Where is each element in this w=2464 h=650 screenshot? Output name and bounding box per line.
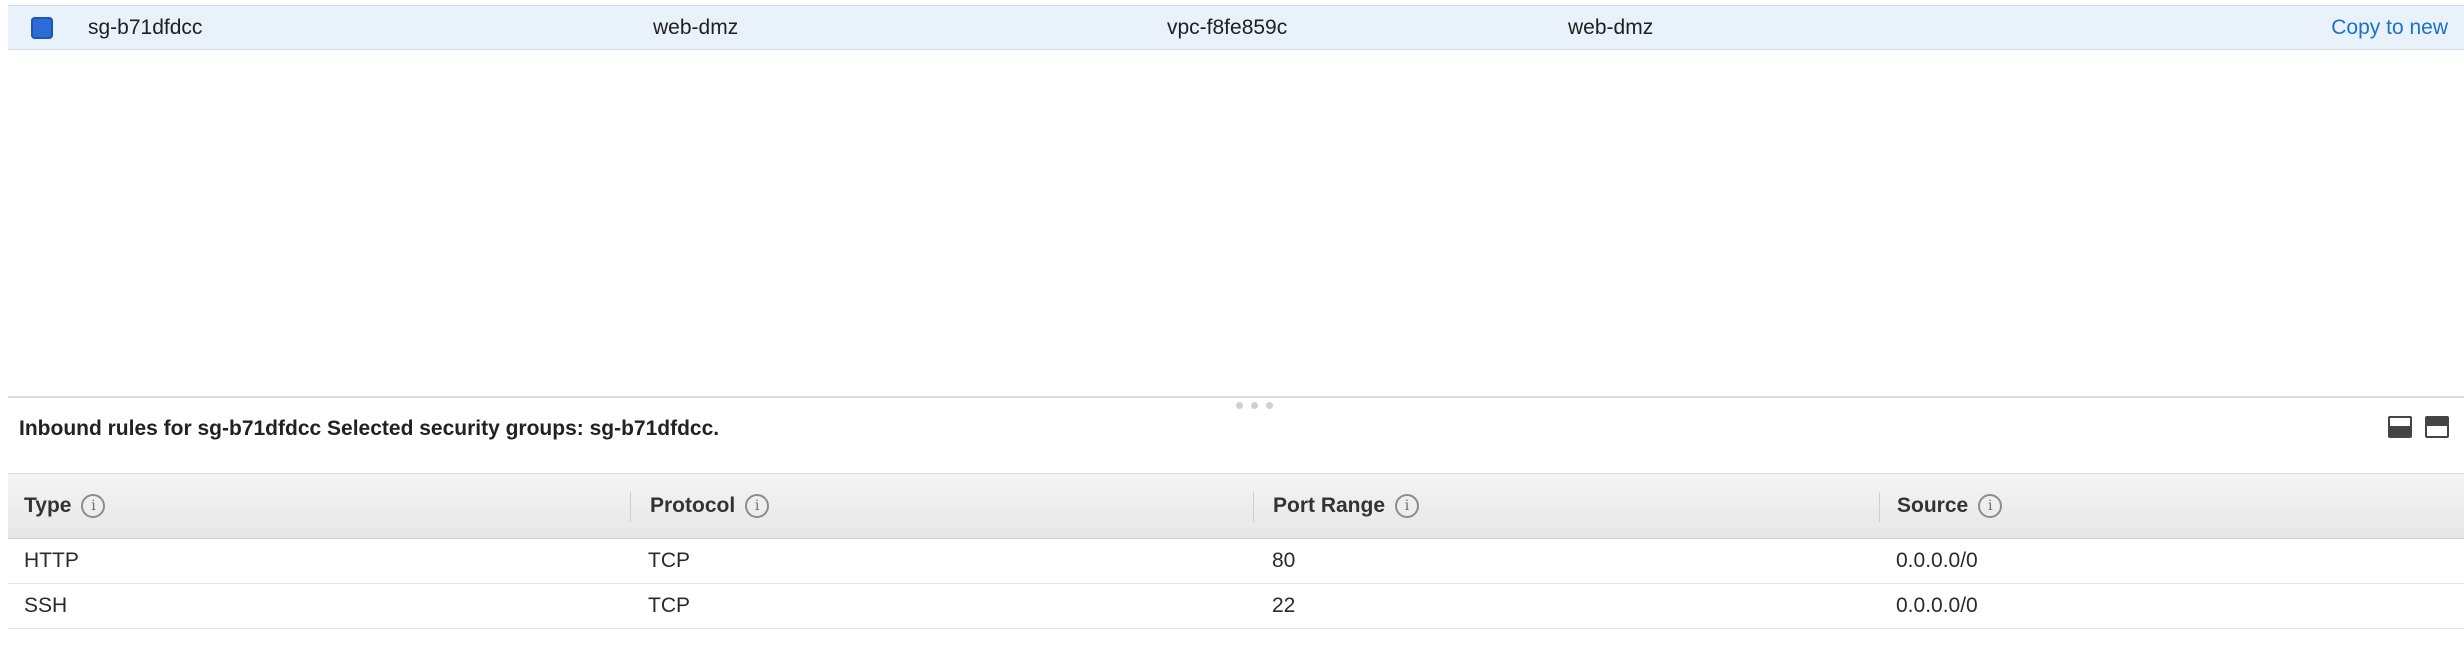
panel-toggle-group: [2388, 416, 2449, 438]
rule-port-range-cell: 80: [1272, 549, 1296, 572]
group-name-cell: web-dmz: [653, 16, 739, 39]
checkbox-checked-icon[interactable]: [31, 17, 53, 39]
rule-source-cell: 0.0.0.0/0: [1896, 549, 1978, 572]
column-divider[interactable]: [630, 492, 631, 522]
rule-type-cell: HTTP: [24, 549, 79, 572]
column-header-source[interactable]: Source i: [1897, 474, 2003, 538]
column-divider[interactable]: [1253, 492, 1254, 522]
column-header-label: Type: [24, 494, 72, 517]
panel-top-icon[interactable]: [2425, 416, 2449, 438]
column-header-protocol[interactable]: Protocol i: [650, 474, 770, 538]
column-header-label: Protocol: [650, 494, 736, 517]
rule-protocol-cell: TCP: [648, 549, 690, 572]
rule-port-range-cell: 22: [1272, 594, 1296, 617]
info-icon[interactable]: i: [1978, 494, 2003, 518]
column-header-label: Source: [1897, 494, 1969, 517]
group-id-cell: sg-b71dfdcc: [88, 16, 203, 39]
column-divider[interactable]: [1879, 492, 1880, 522]
vpc-id-cell: vpc-f8fe859c: [1167, 16, 1288, 39]
copy-to-new-link[interactable]: Copy to new: [2331, 6, 2448, 49]
info-icon[interactable]: i: [745, 494, 770, 518]
security-groups-page: sg-b71dfdcc web-dmz vpc-f8fe859c web-dmz…: [0, 0, 2464, 650]
column-header-label: Port Range: [1273, 494, 1386, 517]
table-row[interactable]: SSH TCP 22 0.0.0.0/0: [8, 584, 2464, 629]
security-group-row[interactable]: sg-b71dfdcc web-dmz vpc-f8fe859c web-dmz…: [8, 5, 2464, 50]
panel-bottom-icon[interactable]: [2388, 416, 2412, 438]
rule-source-cell: 0.0.0.0/0: [1896, 594, 1978, 617]
table-row[interactable]: HTTP TCP 80 0.0.0.0/0: [8, 539, 2464, 584]
column-header-port-range[interactable]: Port Range i: [1273, 474, 1420, 538]
rule-type-cell: SSH: [24, 594, 68, 617]
rules-table-header: Type i Protocol i Port Range i Source i: [8, 473, 2464, 539]
inbound-rules-title: Inbound rules for sg-b71dfdcc Selected s…: [19, 417, 720, 440]
rule-protocol-cell: TCP: [648, 594, 690, 617]
splitter-grip-icon[interactable]: [1236, 402, 1276, 410]
column-header-type[interactable]: Type i: [24, 474, 106, 538]
info-icon[interactable]: i: [81, 494, 106, 518]
info-icon[interactable]: i: [1395, 494, 1420, 518]
pane-splitter[interactable]: [8, 396, 2464, 398]
description-cell: web-dmz: [1568, 16, 1654, 39]
